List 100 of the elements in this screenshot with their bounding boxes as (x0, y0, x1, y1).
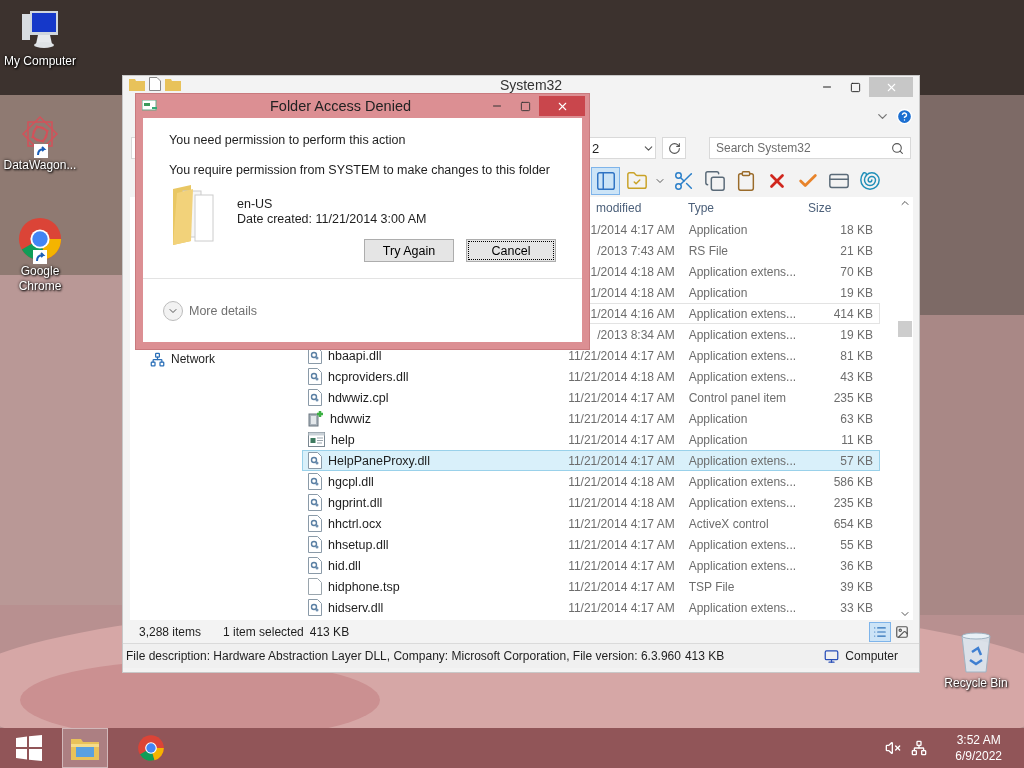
try-again-button[interactable]: Try Again (364, 239, 454, 262)
file-size: 413 KB (684, 649, 725, 663)
file-name: hgprint.dll (328, 495, 383, 510)
size-cell-text: 235 KB (832, 495, 874, 510)
file-name: hhsetup.dll (328, 537, 389, 552)
date-cell-text: 11/21/2014 4:17 AM (567, 558, 676, 573)
size-cell-text: 18 KB (839, 222, 874, 237)
volume-muted-icon[interactable] (885, 740, 902, 756)
list-icon (873, 624, 887, 639)
gear-file-icon (308, 473, 322, 490)
item-count: 3,288 items (139, 624, 202, 639)
type-cell-text: Application extens... (687, 495, 798, 510)
file-description: File description: Hardware Abstraction Layer DLL, Company: Microsoft Corporation, File version: 6.3.960 (126, 649, 681, 663)
file-row[interactable]: hid.dll 11/21/2014 4:17 AM Application extens... 36 KB (302, 555, 880, 576)
dialog-detail: You require permission from SYSTEM to make changes to this folder (169, 163, 551, 177)
file-row[interactable]: hcproviders.dll 11/21/2014 4:18 AM Application extens... 43 KB (302, 366, 880, 387)
date-cell-text: 1/2014 4:18 AM (589, 264, 676, 279)
date-cell-text: 11/21/2014 4:18 AM (567, 495, 676, 510)
size-cell-text: 21 KB (839, 243, 874, 258)
gear-file-icon (308, 536, 322, 553)
help-icon[interactable] (896, 107, 913, 125)
file-name: hgcpl.dll (328, 474, 374, 489)
network-icon[interactable] (911, 740, 928, 756)
type-cell-text: Control panel item (687, 390, 788, 405)
file-row[interactable]: hhsetup.dll 11/21/2014 4:17 AM Application extens... 55 KB (302, 534, 880, 555)
file-row[interactable]: hidserv.dll 11/21/2014 4:17 AM Application extens... 33 KB (302, 597, 880, 618)
type-cell-text: Application extens... (687, 474, 798, 489)
dialog-message: You need permission to perform this action (169, 133, 407, 147)
column-header[interactable]: Size (803, 201, 880, 215)
file-name: hdwwiz (330, 411, 371, 426)
file-row[interactable]: hhctrl.ocx 11/21/2014 4:17 AM ActiveX control 654 KB (302, 513, 880, 534)
gear-file-icon (308, 368, 322, 385)
window-title: System32 (498, 77, 564, 93)
file-row[interactable]: help 11/21/2014 4:17 AM Application 11 KB (302, 429, 880, 450)
cancel-button[interactable]: Cancel (466, 239, 556, 262)
type-cell-text: Application (687, 222, 749, 237)
image-icon (895, 624, 909, 639)
file-row[interactable]: hgcpl.dll 11/21/2014 4:18 AM Application extens... 586 KB (302, 471, 880, 492)
search-field[interactable]: Search System32 (709, 137, 911, 159)
file-name: hhctrl.ocx (328, 516, 382, 531)
chrome-logo-icon (137, 734, 165, 762)
desktop-icon-label[interactable]: Google Chrome (0, 264, 80, 294)
gear-file-icon (308, 389, 322, 406)
windows-logo-icon (16, 735, 42, 761)
chrome-logo-icon (17, 216, 63, 262)
date-cell-text: 11/21/2014 4:17 AM (567, 453, 676, 468)
size-cell-text: 414 KB (832, 306, 874, 321)
panes-button[interactable] (591, 167, 620, 195)
dialog-app-icon (142, 100, 158, 112)
close-button[interactable] (539, 96, 585, 116)
size-cell-text: 19 KB (839, 285, 874, 300)
size-cell-text: 43 KB (839, 369, 874, 384)
scroll-thumb[interactable] (898, 321, 912, 337)
expand-button[interactable] (163, 300, 183, 321)
folder-check-icon (625, 170, 648, 192)
type-cell-text: Application (687, 411, 749, 426)
desktop-icon-label[interactable]: DataWagon... (3, 158, 77, 173)
clock[interactable]: 3:52 AM 6/9/2022 (955, 733, 1002, 763)
file-name: hbaapi.dll (328, 348, 382, 363)
type-cell-text: Application extens... (687, 537, 798, 552)
file-row[interactable]: hidphone.tsp 11/21/2014 4:17 AM TSP File 39 KB (302, 576, 880, 597)
file-name: hdwwiz.cpl (328, 390, 389, 405)
date-cell-text: 1/2014 4:18 AM (589, 285, 676, 300)
file-row[interactable]: hdwwiz.cpl 11/21/2014 4:17 AM Control panel item 235 KB (302, 387, 880, 408)
more-details-link[interactable]: More details (189, 303, 258, 318)
maximize-icon (519, 100, 531, 112)
date-cell-text: /2013 8:34 AM (596, 327, 676, 342)
size-cell-text: 70 KB (839, 264, 874, 279)
maximize-icon (849, 81, 861, 93)
file-row[interactable]: hgprint.dll 11/21/2014 4:18 AM Application extens... 235 KB (302, 492, 880, 513)
type-cell-text: Application extens... (687, 306, 798, 321)
dialog-title: Folder Access Denied (268, 98, 412, 114)
date-cell-text: 11/21/2014 4:17 AM (567, 516, 676, 531)
folder-name: en-US (237, 197, 274, 211)
size-cell-text: 81 KB (839, 348, 874, 363)
type-cell-text: ActiveX control (687, 516, 770, 531)
file-name: HelpPaneProxy.dll (328, 453, 430, 468)
date-cell-text: 11/21/2014 4:17 AM (567, 537, 676, 552)
type-cell-text: Application extens... (687, 558, 798, 573)
size-cell-text: 235 KB (832, 390, 874, 405)
size-cell-text: 39 KB (839, 579, 874, 594)
date-cell-text: /2013 7:43 AM (596, 243, 676, 258)
selected-row[interactable]: HelpPaneProxy.dll 11/21/2014 4:17 AM Application extens... 57 KB (302, 450, 880, 471)
scissors-icon (672, 170, 695, 192)
date-cell-text: 11/21/2014 4:17 AM (567, 411, 676, 426)
date-cell-text: 11/21/2014 4:17 AM (567, 390, 676, 405)
explorer-taskbar-button[interactable] (62, 728, 108, 768)
file-row[interactable]: hdwwiz 11/21/2014 4:17 AM Application 63 KB (302, 408, 880, 429)
column-header[interactable]: Type (683, 201, 803, 215)
size-cell-text: 57 KB (839, 453, 874, 468)
nav-item[interactable]: Network (171, 352, 215, 366)
folder-icon (165, 77, 181, 91)
panel-icon (594, 170, 617, 192)
desktop-icon-label[interactable]: My Computer (4, 54, 76, 69)
details-view-button[interactable] (869, 621, 891, 642)
refresh-button[interactable] (662, 137, 686, 159)
type-cell-text: Application (687, 432, 749, 447)
gear-file-icon (308, 452, 322, 469)
size-cell-text: 55 KB (839, 537, 874, 552)
date-cell-text: 11/21/2014 4:18 AM (567, 474, 676, 489)
